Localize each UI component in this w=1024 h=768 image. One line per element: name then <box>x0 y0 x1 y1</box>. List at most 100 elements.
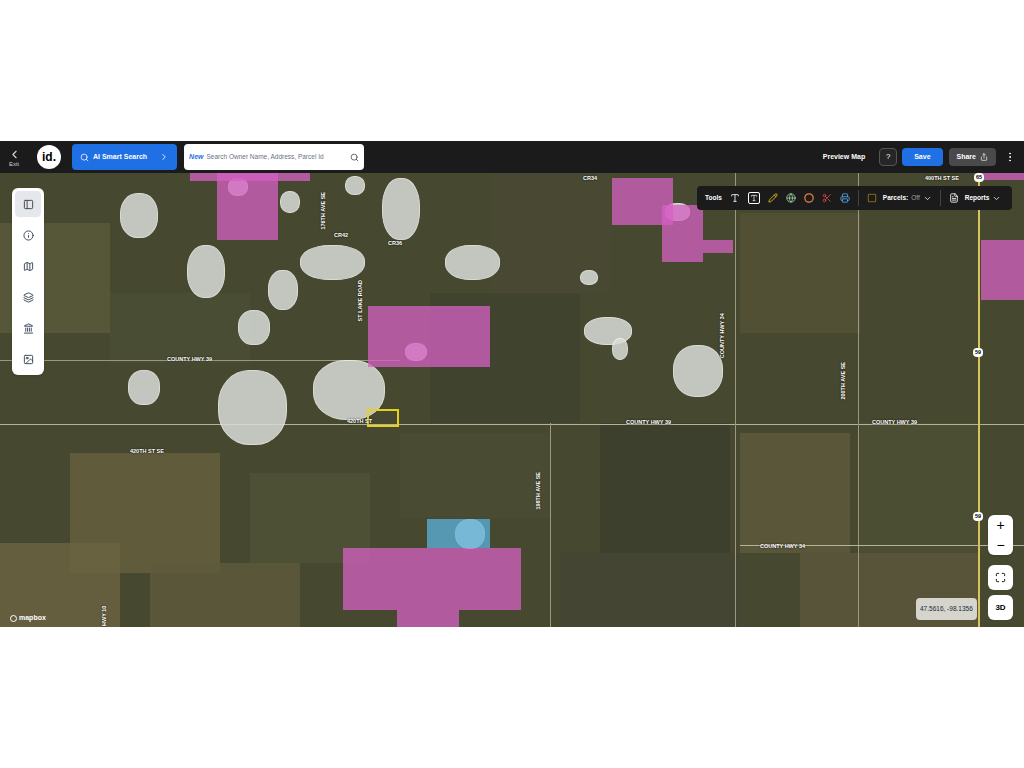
side-tool-button[interactable] <box>15 315 41 341</box>
ai-smart-search-button[interactable]: AI Smart Search <box>72 144 177 170</box>
parcels-toggle[interactable]: Parcels:Off <box>867 193 932 203</box>
header-bar: Exit id. AI Smart Search New Search Owner Na… <box>0 141 1024 173</box>
road-label: COUNTY HWY 34 <box>760 544 805 550</box>
ring-icon[interactable] <box>804 193 814 203</box>
share-icon <box>980 153 988 161</box>
field-area <box>150 563 300 627</box>
chevron-down-icon <box>923 194 932 203</box>
lake <box>300 245 365 280</box>
fullscreen-icon <box>995 572 1006 583</box>
road <box>735 173 736 627</box>
coordinates-display: 47.5616, -98.1356 <box>916 598 977 620</box>
more-menu-button[interactable] <box>1004 151 1016 163</box>
road-label: COUNTY HWY 39 <box>626 420 671 426</box>
road <box>978 173 980 627</box>
fullscreen-button[interactable] <box>988 565 1013 590</box>
tools-title: Tools <box>705 193 722 203</box>
lake <box>280 191 300 213</box>
text-box-icon <box>750 194 758 202</box>
road <box>858 173 859 627</box>
exit-button[interactable]: Exit <box>4 148 24 167</box>
reports-menu[interactable]: Reports <box>949 193 1002 203</box>
road-label: 176TH AVE SE <box>321 192 327 230</box>
chevron-right-icon <box>159 152 169 162</box>
search-icon <box>80 153 89 162</box>
road <box>550 423 551 627</box>
side-tool-button[interactable] <box>15 191 41 217</box>
bottom-margin <box>0 627 1024 768</box>
road-label: 420TH ST <box>347 419 372 425</box>
side-tool-button[interactable] <box>15 346 41 372</box>
side-tool-button[interactable] <box>15 253 41 279</box>
field-area <box>400 433 550 518</box>
side-tool-button[interactable] <box>15 284 41 310</box>
side-tool-button[interactable] <box>15 222 41 248</box>
save-button[interactable]: Save <box>902 148 942 166</box>
road-label: 198TH AVE SE <box>536 472 542 510</box>
panel-icon <box>23 199 34 210</box>
lake <box>313 360 385 420</box>
image-icon <box>23 354 34 365</box>
field-area <box>560 553 740 627</box>
lake <box>268 270 298 310</box>
kebab-icon <box>1004 151 1016 163</box>
preview-map-link[interactable]: Preview Map <box>823 152 865 163</box>
parcel[interactable] <box>368 306 490 367</box>
new-badge: New <box>189 152 203 163</box>
road-label: COUNTY HWY 39 <box>167 357 212 363</box>
parcel[interactable] <box>427 519 490 548</box>
3d-button[interactable]: 3D <box>988 595 1013 620</box>
text-box-tool[interactable] <box>748 192 760 204</box>
road-label: HWY 10 <box>102 606 108 626</box>
map-icon <box>23 261 34 272</box>
parcel[interactable] <box>217 173 278 240</box>
zoom-in-button[interactable]: + <box>988 515 1013 535</box>
lake <box>238 310 270 345</box>
field-area <box>600 423 730 553</box>
map-canvas[interactable]: CR34CR42CR36COUNTY HWY 39420TH STCOUNTY … <box>0 173 1024 627</box>
road-label: 400TH ST SE <box>925 176 959 182</box>
search-placeholder: Search Owner Name, Address, Parcel Id <box>207 152 348 162</box>
road-label: COUNTY HWY 39 <box>872 420 917 426</box>
text-icon[interactable] <box>730 193 740 203</box>
buildings-icon <box>23 323 34 334</box>
road-label: CR36 <box>388 241 402 247</box>
field-area <box>860 423 980 553</box>
lake <box>128 370 160 405</box>
field-area <box>740 433 850 553</box>
search-field[interactable]: New Search Owner Name, Address, Parcel Id <box>184 144 364 170</box>
share-button[interactable]: Share <box>949 148 996 166</box>
road <box>0 424 1024 425</box>
parcel[interactable] <box>703 240 733 253</box>
mapbox-attribution[interactable]: mapbox <box>10 613 46 624</box>
parcel[interactable] <box>981 240 1024 300</box>
zoom-control: +− <box>988 515 1013 555</box>
parcel[interactable] <box>397 610 459 627</box>
lake <box>612 338 628 360</box>
road-label: 420TH ST SE <box>130 449 164 455</box>
report-icon <box>949 193 959 203</box>
app: Exit id. AI Smart Search New Search Owner Na… <box>0 0 1024 768</box>
lake <box>187 245 225 298</box>
lake <box>218 370 287 445</box>
back-icon <box>8 148 21 161</box>
logo[interactable]: id. <box>37 145 61 169</box>
zoom-out-button[interactable]: − <box>988 535 1013 555</box>
parcel[interactable] <box>980 173 1024 180</box>
help-button[interactable]: ? <box>879 148 897 166</box>
parcel[interactable] <box>662 205 703 262</box>
globe-icon[interactable] <box>786 193 796 203</box>
highway-shield: 65 <box>974 173 984 182</box>
parcel[interactable] <box>343 548 521 610</box>
tools-toolbar: Tools Parcels:Off Reports <box>697 186 1012 210</box>
lake <box>345 176 365 195</box>
printer-icon[interactable] <box>840 193 850 203</box>
pencil-icon[interactable] <box>768 193 778 203</box>
highway-shield: 59 <box>973 512 983 521</box>
road-label: CR34 <box>583 176 597 182</box>
scissors-icon[interactable] <box>822 193 832 203</box>
lake <box>382 178 420 240</box>
road-label: ST LAKE ROAD <box>358 280 364 321</box>
mapbox-logo-icon <box>10 615 17 622</box>
selected-parcel[interactable] <box>367 409 399 427</box>
